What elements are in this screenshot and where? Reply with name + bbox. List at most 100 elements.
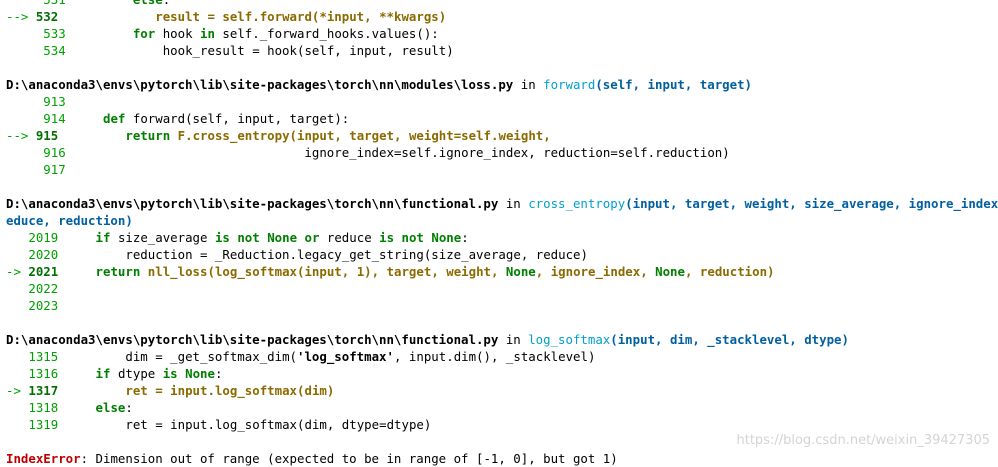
line-code: ret = input.log_softmax(dim): [125, 383, 335, 398]
line-marker: -->: [6, 9, 36, 24]
frame-header: D:\anaconda3\envs\pytorch\lib\site-packa…: [6, 331, 998, 348]
code-line: 1315 dim = _get_softmax_dim('log_softmax…: [6, 348, 998, 365]
line-number: 533: [35, 26, 66, 41]
line-marker: [6, 298, 28, 313]
line-code: if size_average is not None or reduce is…: [95, 230, 469, 245]
current-code-line: --> 532 result = self.forward(*input, **…: [6, 8, 998, 25]
frame-parameters: (self, input, target): [595, 77, 752, 92]
line-marker: [6, 94, 36, 109]
line-number: 1315: [28, 349, 59, 364]
line-marker: [6, 26, 36, 41]
line-number: 534: [35, 43, 66, 58]
frame-function-name: forward: [543, 77, 596, 92]
line-number: 2019: [28, 230, 59, 245]
line-marker: [6, 162, 36, 177]
line-number: 915: [35, 128, 59, 143]
line-code: dim = _get_softmax_dim('log_softmax', in…: [125, 349, 596, 364]
line-marker: [6, 111, 36, 126]
error-name: IndexError: [6, 451, 81, 466]
frame-in-label: in: [498, 332, 529, 347]
line-code: result = self.forward(*input, **kwargs): [155, 9, 447, 24]
line-marker: [6, 400, 28, 415]
line-marker: [6, 349, 28, 364]
traceback-output: 531 else:--> 532 result = self.forward(*…: [0, 0, 998, 467]
frame-header-continued: educe, reduction): [6, 212, 998, 229]
code-line: 917: [6, 161, 998, 178]
line-number: 916: [35, 145, 66, 160]
line-number: 2020: [28, 247, 59, 262]
line-number: 532: [35, 9, 59, 24]
line-marker: -->: [6, 128, 36, 143]
line-number: 914: [35, 111, 66, 126]
code-line: 534 hook_result = hook(self, input, resu…: [6, 42, 998, 59]
line-code: return F.cross_entropy(input, target, we…: [125, 128, 551, 143]
line-code: def forward(self, input, target):: [103, 111, 350, 126]
frame-file-path: D:\anaconda3\envs\pytorch\lib\site-packa…: [6, 332, 499, 347]
code-line: 916 ignore_index=self.ignore_index, redu…: [6, 144, 998, 161]
code-line: 2019 if size_average is not None or redu…: [6, 229, 998, 246]
line-marker: [6, 230, 28, 245]
line-code: reduction = _Reduction.legacy_get_string…: [125, 247, 588, 262]
current-code-line: --> 915 return F.cross_entropy(input, ta…: [6, 127, 998, 144]
line-marker: [6, 417, 28, 432]
code-line: 1319 ret = input.log_softmax(dim, dtype=…: [6, 416, 998, 433]
frame-parameters: (input, target, weight, size_average, ig…: [625, 196, 998, 211]
code-line: 2023: [6, 297, 998, 314]
frame-parameters: (input, dim, _stacklevel, dtype): [610, 332, 849, 347]
line-code: ret = input.log_softmax(dim, dtype=dtype…: [125, 417, 432, 432]
frame-in-label: in: [513, 77, 544, 92]
code-line: 2020 reduction = _Reduction.legacy_get_s…: [6, 246, 998, 263]
code-line: 914 def forward(self, input, target):: [6, 110, 998, 127]
line-code: else:: [66, 0, 170, 7]
line-number: 1317: [28, 383, 59, 398]
frame-function-name: cross_entropy: [528, 196, 626, 211]
frame-function-name: log_softmax: [528, 332, 611, 347]
frame-file-path: D:\anaconda3\envs\pytorch\lib\site-packa…: [6, 77, 514, 92]
frame-in-label: in: [498, 196, 529, 211]
current-code-line: -> 2021 return nll_loss(log_softmax(inpu…: [6, 263, 998, 280]
line-marker: [6, 281, 28, 296]
line-marker: ->: [6, 264, 29, 279]
code-line: 533 for hook in self._forward_hooks.valu…: [6, 25, 998, 42]
line-marker: [6, 247, 28, 262]
frame-header: D:\anaconda3\envs\pytorch\lib\site-packa…: [6, 195, 998, 212]
code-line: 1316 if dtype is None:: [6, 365, 998, 382]
frame-file-path: D:\anaconda3\envs\pytorch\lib\site-packa…: [6, 196, 499, 211]
line-code: hook_result = hook(self, input, result): [162, 43, 454, 58]
line-code: if dtype is None:: [95, 366, 223, 381]
line-number: 531: [36, 0, 65, 7]
frame-header: D:\anaconda3\envs\pytorch\lib\site-packa…: [6, 76, 998, 93]
line-number: 1319: [28, 417, 59, 432]
code-line: 531 else:: [6, 0, 998, 8]
line-code: return nll_loss(log_softmax(input, 1), t…: [95, 264, 775, 279]
line-number: 2022: [28, 281, 59, 296]
error-message: : Dimension out of range (expected to be…: [80, 451, 618, 466]
line-number: 913: [35, 94, 66, 109]
code-line: 2022: [6, 280, 998, 297]
line-number: 2023: [28, 298, 59, 313]
line-marker: [6, 366, 28, 381]
code-line: 913: [6, 93, 998, 110]
current-code-line: -> 1317 ret = input.log_softmax(dim): [6, 382, 998, 399]
line-code: else:: [95, 400, 133, 415]
line-number: 917: [35, 162, 66, 177]
line-marker: ->: [6, 383, 29, 398]
line-number: 1316: [28, 366, 59, 381]
line-marker: [6, 145, 36, 160]
line-code: for hook in self._forward_hooks.values()…: [132, 26, 439, 41]
code-line: 1318 else:: [6, 399, 998, 416]
line-code: ignore_index=self.ignore_index, reductio…: [304, 145, 730, 160]
line-marker: [6, 43, 36, 58]
line-marker: [6, 0, 36, 7]
line-number: 2021: [28, 264, 59, 279]
frame-parameters-continued: educe, reduction): [6, 213, 133, 228]
line-number: 1318: [28, 400, 59, 415]
error-line: IndexError: Dimension out of range (expe…: [6, 450, 998, 467]
